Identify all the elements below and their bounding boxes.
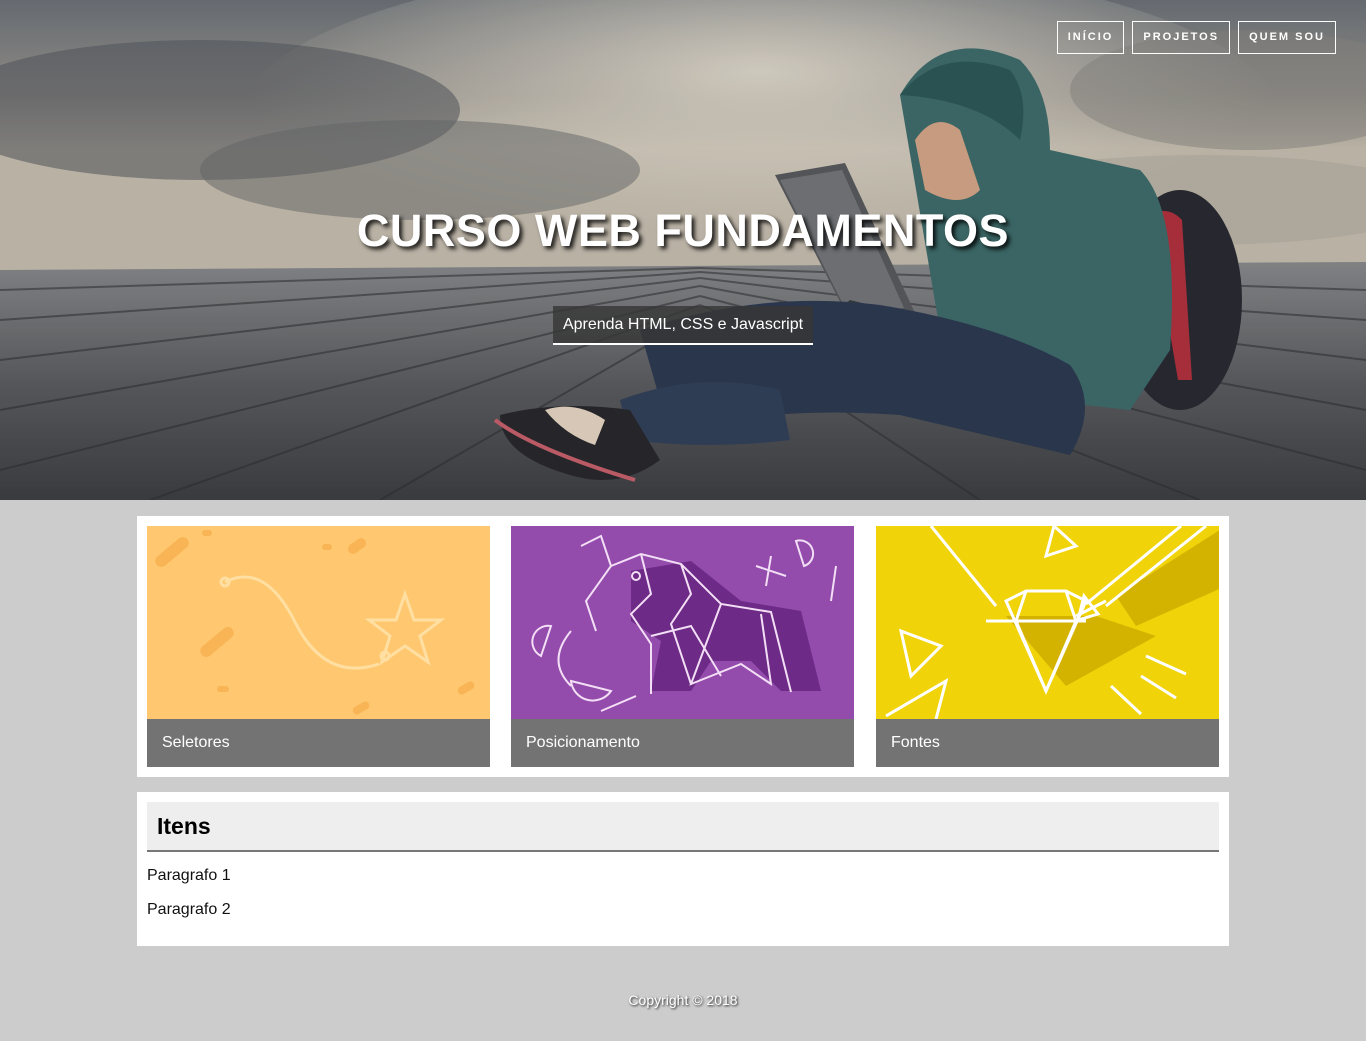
hero-banner: INÍCIO PROJETOS QUEM SOU CURSO WEB FUNDA… [0,0,1366,500]
origami-elephant-illustration [511,526,854,719]
path-star-illustration [147,526,490,719]
items-section: Itens Paragrafo 1 Paragrafo 2 [137,792,1229,946]
top-navigation: INÍCIO PROJETOS QUEM SOU [1056,21,1336,54]
hero-subtitle: Aprenda HTML, CSS e Javascript [553,306,813,345]
paragraph-1: Paragrafo 1 [147,867,231,884]
card-fontes[interactable]: Fontes [876,526,1219,767]
card-seletores[interactable]: Seletores [147,526,490,767]
diamond-pencil-illustration [876,526,1219,719]
hero-title: CURSO WEB FUNDAMENTOS [356,205,1010,256]
card-label: Seletores [147,719,490,767]
paragraph-2: Paragrafo 2 [147,901,231,918]
items-section-title: Itens [147,802,1219,852]
nav-item-quem-sou[interactable]: QUEM SOU [1238,21,1336,54]
card-label: Fontes [876,719,1219,767]
page-footer: Copyright © 2018 [628,992,738,1008]
topic-cards-panel: Seletores Posicionamento Fontes [137,516,1229,777]
nav-item-projetos[interactable]: PROJETOS [1132,21,1231,54]
card-label: Posicionamento [511,719,854,767]
nav-item-inicio[interactable]: INÍCIO [1056,21,1125,54]
card-posicionamento[interactable]: Posicionamento [511,526,854,767]
